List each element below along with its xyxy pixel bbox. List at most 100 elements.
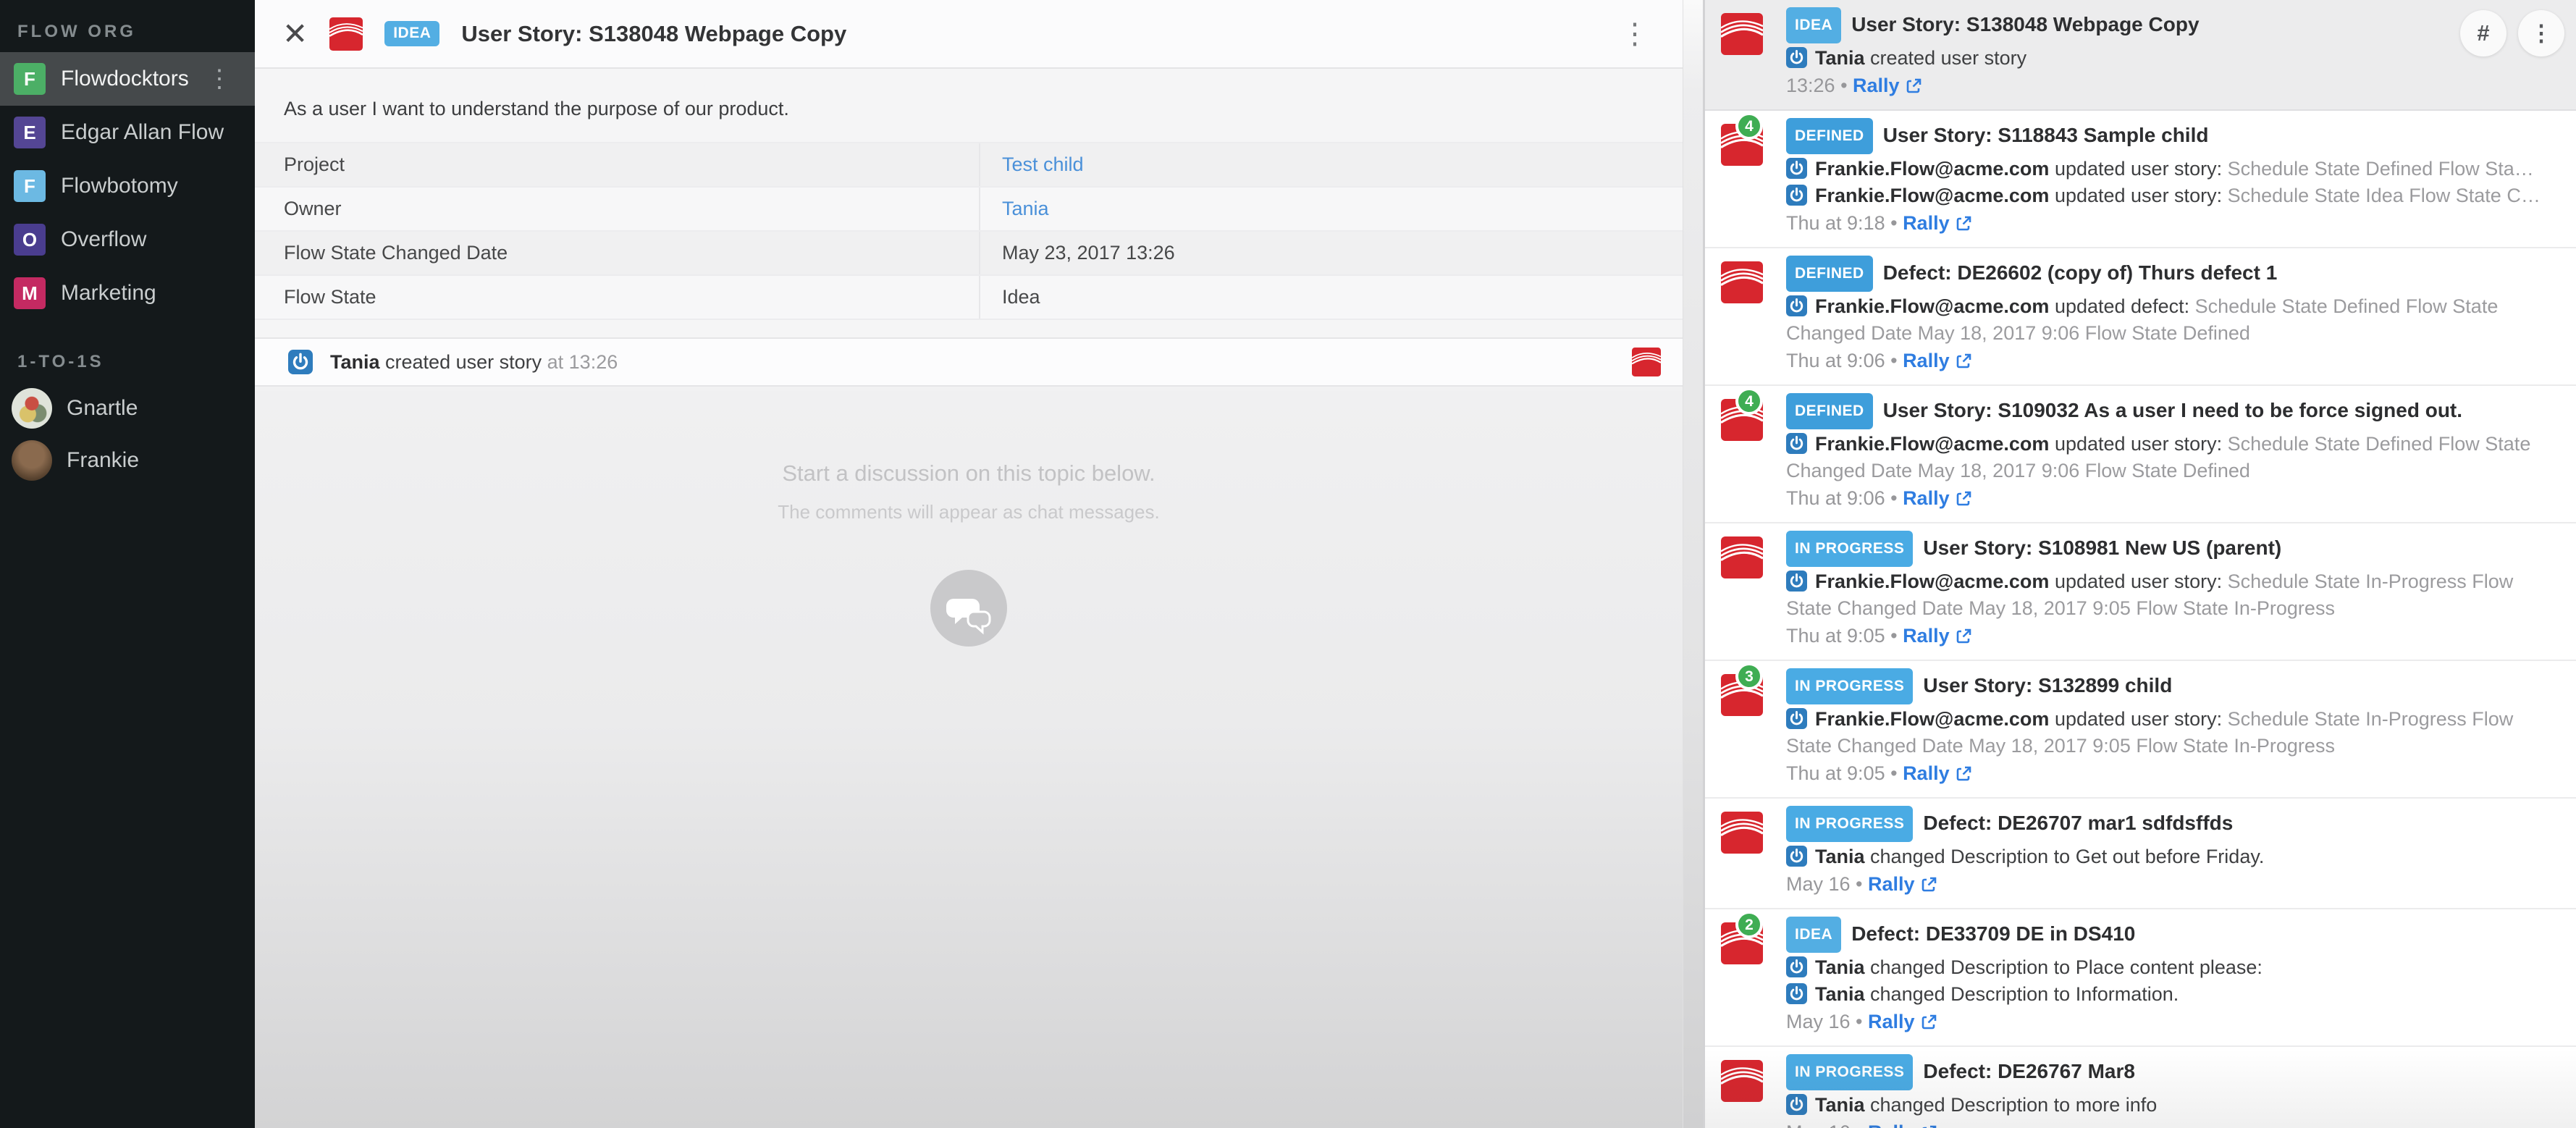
fields-table: ProjectTest childOwnerTaniaFlow State Ch… (255, 142, 1683, 319)
main-panel: ✕ IDEA User Story: S138048 Webpage Copy … (255, 0, 1703, 1128)
kebab-menu-icon[interactable]: ⋮ (2518, 10, 2564, 56)
external-link-icon (1956, 627, 1973, 644)
event-action: changed Description to Place content ple… (1870, 956, 2263, 978)
power-icon (1786, 1094, 1807, 1115)
feed-item[interactable]: 4 DEFINEDUser Story: S109032 As a user I … (1705, 386, 2576, 523)
event-author: Tania (1815, 1094, 1870, 1116)
discussion-placeholder-subtitle: The comments will appear as chat message… (255, 487, 1683, 523)
sidebar-item-frankie[interactable]: Frankie (0, 434, 255, 487)
feed-item-meta: Thu at 9:06 • Rally (1786, 347, 2559, 374)
kebab-menu-icon[interactable]: ⋮ (207, 67, 232, 91)
kebab-menu-icon[interactable]: ⋮ (1615, 20, 1655, 49)
flow-avatar: F (14, 63, 46, 95)
feed-event-line: Tania changed Description to Information… (1786, 981, 2559, 1008)
rally-icon (1721, 536, 1763, 578)
event-action: changed Description to more info (1870, 1094, 2157, 1116)
external-link-icon (1956, 352, 1973, 369)
power-icon (1786, 158, 1807, 179)
status-badge: DEFINED (1786, 256, 1873, 292)
activity-action: created user story (385, 351, 542, 373)
story-description: As a user I want to understand the purpo… (255, 69, 1683, 142)
external-link-icon (1921, 1124, 1938, 1128)
feed-event-line: Frankie.Flow@acme.com updated user story… (1786, 706, 2559, 759)
feed-item-title: IN PROGRESSDefect: DE26707 mar1 sdfdsffd… (1786, 807, 2559, 843)
feed-item[interactable]: IDEAUser Story: S138048 Webpage CopyTani… (1705, 0, 2576, 111)
rally-link[interactable]: Rally (1853, 75, 1900, 96)
rally-icon (1721, 261, 1763, 303)
feed-item[interactable]: 3 IN PROGRESSUser Story: S132899 childFra… (1705, 661, 2576, 799)
power-icon (1786, 983, 1807, 1004)
external-link-icon (1921, 1013, 1938, 1030)
feed-item-meta: May 16 • Rally (1786, 870, 2559, 898)
feed-event-line: Frankie.Flow@acme.com updated user story… (1786, 568, 2559, 622)
feed-item-title: DEFINEDUser Story: S109032 As a user I n… (1786, 395, 2559, 431)
close-icon[interactable]: ✕ (282, 19, 308, 49)
unread-count-badge: 3 (1735, 662, 1763, 690)
rally-icon (1721, 1060, 1763, 1102)
flow-avatar: M (14, 277, 46, 309)
feed-event-line: Tania changed Description to Place conte… (1786, 954, 2559, 981)
feed-item-meta: May 16 • Rally (1786, 1008, 2559, 1035)
power-icon (288, 350, 313, 374)
field-row-project: ProjectTest child (255, 142, 1683, 186)
flow-avatar: O (14, 224, 46, 256)
sidebar-item-overflow[interactable]: OOverflow (0, 213, 255, 266)
feed-item-body: IN PROGRESSUser Story: S132899 childFran… (1786, 670, 2559, 787)
rally-link[interactable]: Rally (1903, 350, 1950, 371)
flow-name: Marketing (61, 281, 156, 306)
feed-item-body: IN PROGRESSDefect: DE26767 Mar8Tania cha… (1786, 1056, 2559, 1128)
rally-link[interactable]: Rally (1903, 625, 1950, 647)
activity-feed: # ⋮ IDEAUser Story: S138048 Webpage Copy… (1703, 0, 2576, 1128)
field-row-owner: OwnerTania (255, 186, 1683, 230)
feed-item-body: DEFINEDUser Story: S118843 Sample childF… (1786, 119, 2559, 237)
sidebar-item-marketing[interactable]: M Marketing (0, 266, 255, 320)
sidebar-item-flowdocktors[interactable]: FFlowdocktors⋮ (0, 52, 255, 106)
feed-item[interactable]: 2IDEADefect: DE33709 DE in DS410Tania ch… (1705, 909, 2576, 1047)
feed-item-title: IDEAUser Story: S138048 Webpage Copy (1786, 9, 2446, 45)
timestamp: Thu at 9:06 • (1786, 487, 1903, 509)
feed-event-line: Frankie.Flow@acme.com updated user story… (1786, 182, 2559, 209)
unread-count-badge: 2 (1735, 911, 1763, 938)
rally-link[interactable]: Rally (1868, 873, 1915, 895)
timestamp: Thu at 9:18 • (1786, 212, 1903, 234)
event-author: Frankie.Flow@acme.com (1815, 571, 2055, 592)
external-link-icon (1906, 77, 1923, 94)
feed-item[interactable]: IN PROGRESSDefect: DE26767 Mar8Tania cha… (1705, 1047, 2576, 1128)
rally-link[interactable]: Rally (1903, 487, 1950, 509)
event-author: Tania (1815, 846, 1870, 867)
avatar (12, 440, 52, 481)
feed-event-line: Frankie.Flow@acme.com updated user story… (1786, 431, 2559, 484)
event-action: changed Description to Get out before Fr… (1870, 846, 2264, 867)
rally-link[interactable]: Rally (1868, 1121, 1915, 1128)
field-value[interactable]: Test child (979, 143, 1683, 186)
feed-item-title: DEFINEDDefect: DE26602 (copy of) Thurs d… (1786, 257, 2559, 293)
feed-item-meta: Thu at 9:05 • Rally (1786, 759, 2559, 787)
spacer (255, 319, 1683, 337)
event-action: updated defect: (2055, 295, 2195, 317)
feed-item-meta: Thu at 9:05 • Rally (1786, 622, 2559, 649)
feed-item[interactable]: 4DEFINEDUser Story: S118843 Sample child… (1705, 111, 2576, 248)
power-icon (1786, 708, 1807, 729)
rally-link[interactable]: Rally (1868, 1011, 1915, 1032)
event-author: Frankie.Flow@acme.com (1815, 708, 2055, 730)
status-badge: DEFINED (1786, 118, 1873, 154)
unread-count-badge: 4 (1735, 387, 1763, 415)
feed-item[interactable]: DEFINEDDefect: DE26602 (copy of) Thurs d… (1705, 248, 2576, 386)
field-value[interactable]: Tania (979, 188, 1683, 230)
external-link-icon (1956, 489, 1973, 507)
sidebar-item-edgar-allan-flow[interactable]: EEdgar Allan Flow (0, 106, 255, 159)
rally-link[interactable]: Rally (1903, 212, 1950, 234)
timestamp: May 16 • (1786, 1011, 1868, 1032)
feed-item-meta: 13:26 • Rally (1786, 72, 2446, 99)
hash-icon[interactable]: # (2460, 10, 2506, 56)
feed-item-meta: May 16 • Rally (1786, 1119, 2559, 1128)
feed-item-body: IDEAUser Story: S138048 Webpage CopyTani… (1786, 9, 2446, 99)
feed-item[interactable]: IN PROGRESSUser Story: S108981 New US (p… (1705, 523, 2576, 661)
sidebar-item-gnartle[interactable]: Gnartle (0, 382, 255, 434)
sidebar-item-flowbotomy[interactable]: FFlowbotomy (0, 159, 255, 213)
flow-avatar: E (14, 117, 46, 148)
feed-item-title: IN PROGRESSDefect: DE26767 Mar8 (1786, 1056, 2559, 1092)
rally-link[interactable]: Rally (1903, 762, 1950, 784)
power-icon (1786, 185, 1807, 206)
feed-item[interactable]: IN PROGRESSDefect: DE26707 mar1 sdfdsffd… (1705, 799, 2576, 909)
